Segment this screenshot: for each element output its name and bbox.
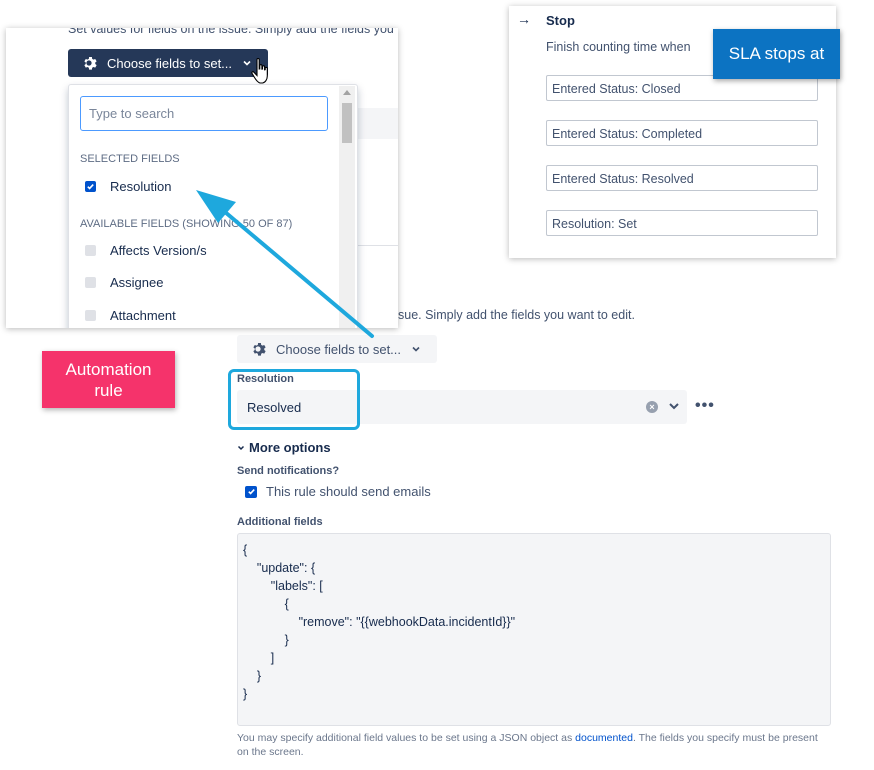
additional-fields-help: You may specify additional field values …	[237, 731, 827, 759]
chevron-down-icon	[412, 346, 420, 352]
field-option-label: Resolution	[110, 179, 172, 194]
gear-icon	[84, 57, 97, 70]
help-text: You may specify additional field values …	[237, 732, 576, 744]
resolution-highlight-box	[228, 369, 360, 430]
field-option-resolution[interactable]: Resolution	[85, 179, 171, 194]
stop-condition[interactable]: Entered Status: Resolved	[546, 165, 818, 191]
chevron-down-icon[interactable]	[667, 399, 681, 413]
scroll-up-icon[interactable]	[343, 90, 351, 95]
sla-callout: SLA stops at	[713, 29, 840, 79]
available-fields-heading: AVAILABLE FIELDS (SHOWING 50 OF 87)	[80, 218, 293, 230]
arrow-right-icon: →	[517, 11, 531, 27]
more-options-label: More options	[249, 440, 331, 455]
code-line: }	[243, 687, 248, 701]
checkmark-icon	[87, 183, 94, 190]
send-notifications-label: Send notifications?	[237, 465, 340, 477]
stop-condition[interactable]: Resolution: Set	[546, 210, 818, 236]
field-picker-screenshot: Set values for fields on the issue. Simp…	[6, 28, 398, 328]
field-option-attachment[interactable]: Attachment	[85, 308, 176, 323]
choose-fields-button[interactable]: Choose fields to set...	[237, 335, 437, 363]
code-line: }	[243, 669, 262, 683]
code-line: }	[243, 633, 289, 647]
dropdown-scrollbar[interactable]	[339, 86, 355, 328]
stop-subtitle: Finish counting time when	[546, 40, 691, 54]
edit-intro-text: sue. Simply add the fields you want to e…	[398, 308, 635, 322]
field-checkbox[interactable]	[85, 245, 96, 256]
code-line: "remove": "{{webhookData.incidentId}}"	[243, 615, 516, 629]
send-emails-checkbox[interactable]	[245, 485, 257, 498]
additional-fields-editor[interactable]: { "update": { "labels": [ { "remove": "{…	[237, 533, 831, 726]
choose-fields-button[interactable]: Choose fields to set...	[68, 49, 268, 77]
stop-title: Stop	[546, 13, 575, 28]
gear-icon	[253, 343, 266, 356]
clear-icon[interactable]: ×	[646, 401, 658, 413]
field-option-label: Assignee	[110, 275, 164, 290]
field-option-label: Attachment	[110, 308, 176, 323]
code-line: "labels": [	[243, 579, 323, 593]
send-emails-label: This rule should send emails	[266, 484, 431, 499]
stop-condition[interactable]: Entered Status: Completed	[546, 120, 818, 146]
hand-cursor-icon	[251, 58, 268, 84]
field-checkbox[interactable]	[85, 181, 96, 192]
field-picker-dropdown: SELECTED FIELDS Resolution AVAILABLE FIE…	[68, 84, 358, 328]
picker-intro-text: Set values for fields on the issue. Simp…	[68, 28, 394, 36]
chevron-down-icon	[237, 445, 245, 450]
field-option-affects-version[interactable]: Affects Version/s	[85, 243, 207, 258]
field-checkbox[interactable]	[85, 310, 96, 321]
more-actions-button[interactable]: •••	[695, 397, 715, 415]
choose-fields-label: Choose fields to set...	[276, 341, 402, 357]
selected-fields-heading: SELECTED FIELDS	[80, 153, 180, 165]
field-checkbox[interactable]	[85, 277, 96, 288]
documented-link[interactable]: documented	[575, 732, 633, 744]
automation-rule-callout: Automation rule	[42, 351, 175, 408]
field-option-assignee[interactable]: Assignee	[85, 275, 163, 290]
more-options-toggle[interactable]: More options	[237, 440, 331, 455]
scrollbar-thumb[interactable]	[342, 103, 352, 143]
code-line: ]	[243, 651, 275, 665]
send-emails-checkbox-row[interactable]: This rule should send emails	[245, 484, 431, 499]
field-option-label: Affects Version/s	[110, 243, 207, 258]
checkmark-icon	[247, 488, 255, 495]
code-line: {	[243, 597, 289, 611]
additional-fields-label: Additional fields	[237, 516, 323, 528]
field-search-input[interactable]	[80, 96, 328, 131]
choose-fields-label: Choose fields to set...	[107, 55, 233, 71]
code-line: "update": {	[243, 561, 316, 575]
code-line: {	[243, 543, 248, 557]
